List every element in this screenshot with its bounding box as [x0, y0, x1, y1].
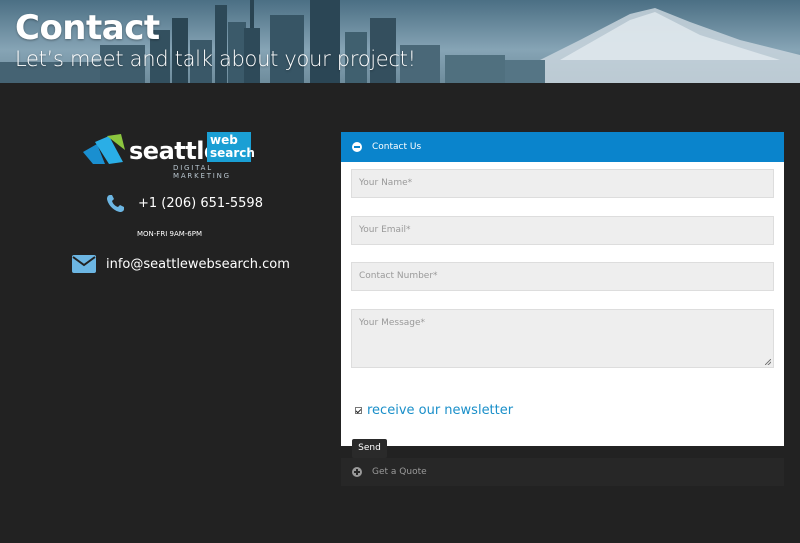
- get-a-quote-accordion-header[interactable]: Get a Quote: [341, 458, 784, 486]
- page-subtitle: Let’s meet and talk about your project!: [15, 47, 416, 71]
- message-textarea[interactable]: Your Message*: [351, 309, 774, 368]
- page-title: Contact: [15, 8, 160, 48]
- logo-tagline: DIGITAL MARKETING: [173, 164, 231, 180]
- resize-handle-icon[interactable]: [765, 359, 771, 365]
- contact-form-panel: Contact Us Your Name* Your Email* Contac…: [341, 132, 784, 458]
- newsletter-label[interactable]: receive our newsletter: [367, 403, 513, 418]
- email-row: info@seattlewebsearch.com: [72, 253, 290, 275]
- message-placeholder: Your Message*: [359, 318, 426, 328]
- phone-row: +1 (206) 651-5598: [106, 190, 263, 216]
- logo-mark-icon: [83, 134, 125, 164]
- company-logo[interactable]: seattle web search DIGITAL MARKETING: [83, 130, 263, 180]
- circle-minus-icon: [352, 142, 362, 152]
- phone-number[interactable]: +1 (206) 651-5598: [138, 196, 263, 211]
- name-field[interactable]: Your Name*: [351, 169, 774, 198]
- hero-banner: Contact Let’s meet and talk about your p…: [0, 0, 800, 83]
- circle-plus-icon: [352, 467, 362, 477]
- envelope-icon: [72, 255, 96, 273]
- logo-badge-line2: search: [210, 146, 255, 160]
- email-address[interactable]: info@seattlewebsearch.com: [106, 257, 290, 272]
- get-a-quote-label: Get a Quote: [372, 467, 427, 477]
- email-field[interactable]: Your Email*: [351, 216, 774, 245]
- contact-us-accordion-header[interactable]: Contact Us: [341, 132, 784, 162]
- phone-icon: [107, 195, 124, 212]
- contact-number-field[interactable]: Contact Number*: [351, 262, 774, 291]
- newsletter-option: receive our newsletter: [355, 403, 513, 418]
- send-button[interactable]: Send: [352, 439, 387, 458]
- contact-us-label: Contact Us: [372, 142, 422, 152]
- business-hours: MON-FRI 9AM-6PM: [137, 230, 203, 238]
- logo-badge: web search: [207, 132, 255, 162]
- contact-form: Your Name* Your Email* Contact Number* Y…: [341, 162, 784, 458]
- newsletter-checkbox[interactable]: [355, 407, 362, 414]
